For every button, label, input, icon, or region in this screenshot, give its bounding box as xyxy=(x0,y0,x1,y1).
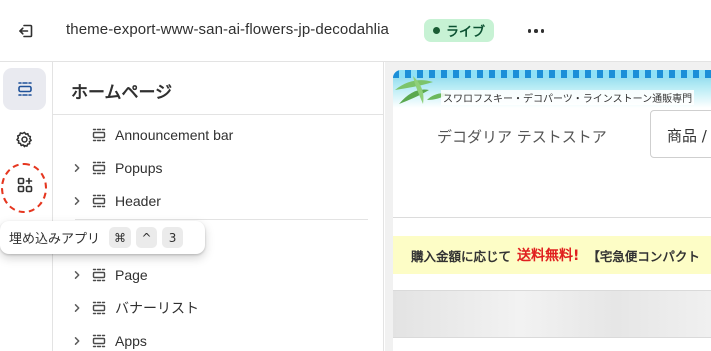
store-banner: スワロフスキー・デコパーツ・ラインストーン通販専門 xyxy=(393,70,711,108)
ellipsis-icon xyxy=(540,29,545,33)
section-row-page[interactable]: Page xyxy=(53,260,383,290)
section-row-banner-list[interactable]: バナーリスト xyxy=(53,293,383,323)
store-preview: スワロフスキー・デコパーツ・ラインストーン通販専門 デコダリア テストストア 商… xyxy=(385,62,711,351)
free-shipping-text: 送料無料! xyxy=(517,248,580,264)
chevron-right-icon[interactable] xyxy=(71,335,83,347)
theme-settings-button[interactable] xyxy=(3,118,46,160)
section-label: Announcement bar xyxy=(115,127,234,143)
sections-button[interactable] xyxy=(3,68,46,110)
live-status-badge: ライブ xyxy=(424,19,495,42)
section-row-announcement-bar[interactable]: Announcement bar xyxy=(53,120,383,150)
shortcut-key: 3 xyxy=(162,227,184,248)
store-preview-page[interactable]: スワロフスキー・デコパーツ・ラインストーン通販専門 デコダリア テストストア 商… xyxy=(393,70,711,351)
ellipsis-icon xyxy=(534,29,538,33)
editor-side-rail xyxy=(0,62,53,351)
section-icon xyxy=(91,267,107,283)
search-placeholder: 商品 / xyxy=(667,127,707,145)
promo-text: 購入金額に応じて xyxy=(411,248,512,264)
section-label: Header xyxy=(115,193,161,209)
app-embeds-button[interactable] xyxy=(3,164,46,206)
section-label: Popups xyxy=(115,160,163,176)
section-icon xyxy=(91,160,107,176)
promo-bar: 購入金額に応じて 送料無料! 【宅急便コンパクト xyxy=(393,236,711,274)
chevron-right-icon[interactable] xyxy=(71,162,83,174)
chevron-right-icon[interactable] xyxy=(71,269,83,281)
hero-image xyxy=(393,290,711,338)
chevron-right-icon[interactable] xyxy=(71,302,83,314)
store-name[interactable]: デコダリア テストストア xyxy=(437,126,607,147)
divider xyxy=(53,114,383,115)
section-icon xyxy=(91,300,107,316)
chevron-right-icon[interactable] xyxy=(71,195,83,207)
promo-text-suffix: 【宅急便コンパクト xyxy=(587,248,700,264)
section-label: Page xyxy=(115,267,148,283)
section-row-popups[interactable]: Popups xyxy=(53,153,383,183)
tooltip-text: 埋め込みアプリ xyxy=(9,232,101,247)
section-label: バナーリスト xyxy=(115,300,199,316)
gear-icon xyxy=(16,131,32,147)
banner-tagline: スワロフスキー・デコパーツ・ラインストーン通販専門 xyxy=(441,90,695,105)
sections-panel: ホームページ Announcement bar Popups Header Pa… xyxy=(53,62,384,351)
more-actions-button[interactable] xyxy=(521,19,551,43)
theme-name: theme-export-www-san-ai-flowers-jp-decod… xyxy=(66,21,389,38)
section-label: Apps xyxy=(115,333,147,349)
divider xyxy=(393,217,711,218)
sections-icon xyxy=(17,82,32,96)
top-bar: theme-export-www-san-ai-flowers-jp-decod… xyxy=(0,0,711,62)
section-row-apps[interactable]: Apps xyxy=(53,326,383,351)
store-search-box[interactable]: 商品 / xyxy=(650,110,711,158)
app-embeds-icon xyxy=(17,177,32,193)
app-embeds-tooltip: 埋め込みアプリ ⌘ ^ 3 xyxy=(0,221,205,254)
ellipsis-icon xyxy=(527,29,532,33)
group-divider xyxy=(75,219,368,220)
section-icon xyxy=(91,193,107,209)
section-icon xyxy=(91,333,107,349)
section-row-header[interactable]: Header xyxy=(53,186,383,216)
control-key-icon: ^ xyxy=(136,227,158,248)
status-dot-icon xyxy=(433,27,440,34)
page-title: ホームページ xyxy=(71,83,173,103)
exit-icon xyxy=(19,24,33,38)
command-key-icon: ⌘ xyxy=(109,227,132,248)
exit-button[interactable] xyxy=(13,18,39,44)
live-status-label: ライブ xyxy=(446,25,486,40)
section-icon xyxy=(91,127,107,143)
